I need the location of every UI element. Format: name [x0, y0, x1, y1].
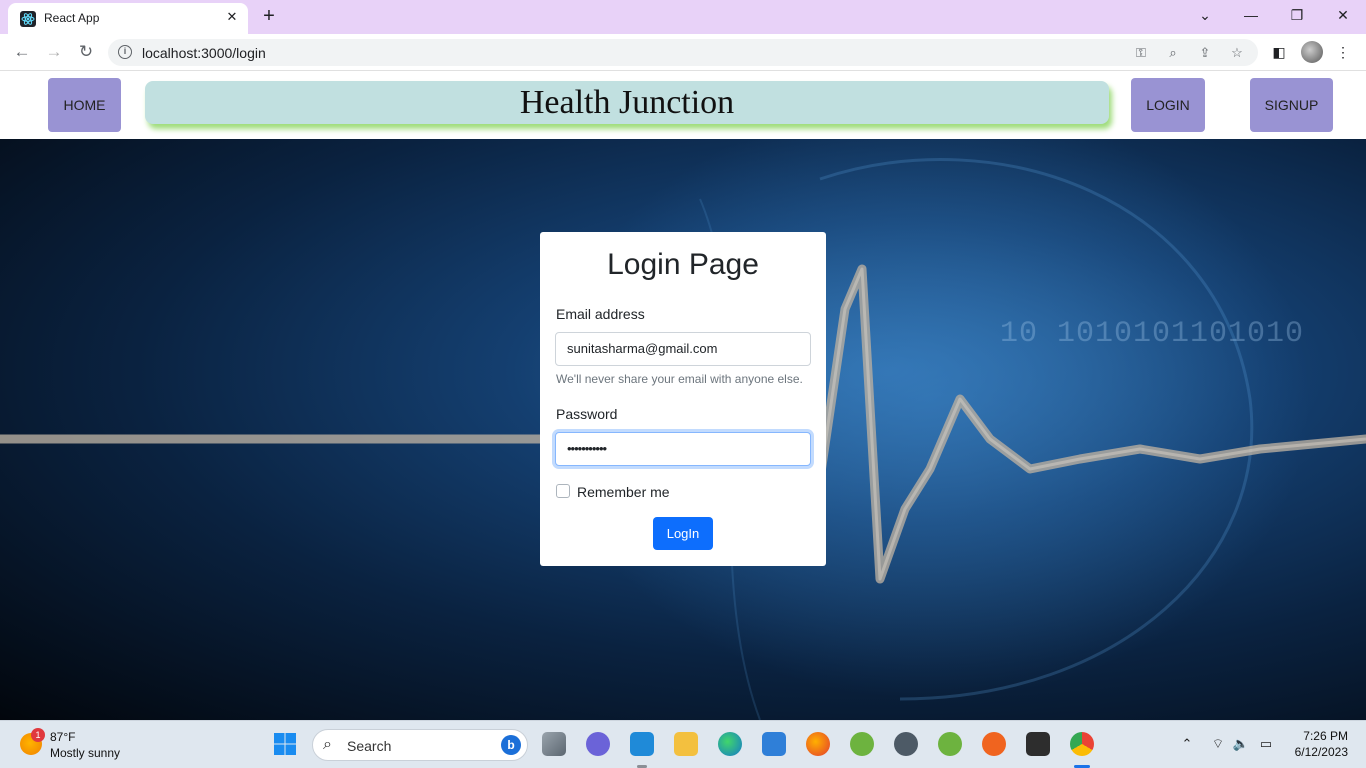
tab-title: React App: [44, 11, 100, 25]
remember-me-label[interactable]: Remember me: [577, 484, 670, 500]
teams-chat-icon[interactable]: [586, 732, 610, 756]
restore-icon[interactable]: ❐: [1275, 4, 1319, 28]
password-field[interactable]: •••••••••••: [555, 432, 811, 466]
close-window-icon[interactable]: ✕: [1321, 4, 1365, 28]
browser-tab[interactable]: React App ✕: [8, 3, 248, 34]
address-bar[interactable]: i localhost:3000/login ⚿ ⌕ ⇪ ☆: [108, 39, 1258, 66]
bing-icon[interactable]: b: [501, 735, 521, 755]
volume-icon[interactable]: 🔈: [1232, 735, 1250, 753]
store-icon[interactable]: [762, 732, 786, 756]
chrome-icon[interactable]: [1070, 732, 1094, 756]
email-label: Email address: [556, 306, 645, 322]
email-field[interactable]: sunitasharma@gmail.com: [555, 332, 811, 366]
nav-signup-button[interactable]: SIGNUP: [1250, 78, 1333, 132]
login-submit-button[interactable]: LogIn: [653, 517, 713, 550]
wifi-icon[interactable]: ⌔: [1209, 735, 1227, 753]
site-info-icon[interactable]: i: [118, 45, 132, 59]
zoom-icon[interactable]: ⌕: [1164, 45, 1182, 61]
remember-me-checkbox[interactable]: [556, 484, 570, 498]
edge-icon[interactable]: [718, 732, 742, 756]
bookmark-star-icon[interactable]: ☆: [1228, 45, 1246, 61]
postman-icon[interactable]: [982, 732, 1006, 756]
nav-home-button[interactable]: HOME: [48, 78, 121, 132]
spring-tools-2-icon[interactable]: [938, 732, 962, 756]
login-card: Login Page Email address sunitasharma@gm…: [540, 232, 826, 566]
windows-start-icon[interactable]: [273, 732, 297, 756]
taskbar-search-placeholder: Search: [347, 738, 392, 754]
vscode-icon[interactable]: [630, 732, 654, 756]
menu-icon[interactable]: ⋮: [1333, 42, 1353, 62]
minimize-icon[interactable]: —: [1229, 4, 1273, 28]
terminal-icon[interactable]: [1026, 732, 1050, 756]
chevron-up-icon[interactable]: ⌃: [1178, 735, 1196, 753]
url-text: localhost:3000/login: [142, 45, 266, 61]
clock-time[interactable]: 7:26 PM: [1303, 729, 1348, 743]
battery-icon[interactable]: ▭: [1257, 735, 1275, 753]
file-explorer-icon[interactable]: [674, 732, 698, 756]
profile-avatar[interactable]: [1301, 41, 1323, 63]
clock-date[interactable]: 6/12/2023: [1295, 745, 1348, 759]
weather-description[interactable]: Mostly sunny: [50, 746, 120, 760]
settings-gear-icon[interactable]: [894, 732, 918, 756]
firefox-icon[interactable]: [806, 732, 830, 756]
notification-badge: 1: [31, 728, 45, 742]
new-tab-icon[interactable]: +: [258, 6, 280, 28]
browser-tabstrip: React App ✕ + ⌄ — ❐ ✕: [0, 0, 1366, 34]
site-header: HOME Health Junction LOGIN SIGNUP: [0, 71, 1366, 139]
close-tab-icon[interactable]: ✕: [224, 9, 240, 25]
page-title: Login Page: [607, 248, 759, 281]
search-icon: ⌕: [323, 736, 332, 753]
email-help-text: We'll never share your email with anyone…: [556, 372, 803, 386]
back-icon[interactable]: ←: [10, 40, 34, 64]
browser-toolbar: ← → ↻ i localhost:3000/login ⚿ ⌕ ⇪ ☆ ◧ ⋮: [0, 34, 1366, 71]
share-icon[interactable]: ⇪: [1196, 45, 1214, 61]
forward-icon[interactable]: →: [42, 40, 66, 64]
brand-title: Health Junction: [145, 81, 1109, 124]
task-view-icon[interactable]: [542, 732, 566, 756]
side-panel-icon[interactable]: ◧: [1269, 42, 1289, 62]
password-label: Password: [556, 406, 618, 422]
taskbar: 1 87°F Mostly sunny ⌕ Search b ⌃ ⌔ 🔈 ▭ 7…: [0, 720, 1366, 768]
taskbar-search-input[interactable]: ⌕ Search b: [312, 729, 528, 761]
tab-search-icon[interactable]: ⌄: [1183, 4, 1227, 28]
key-icon[interactable]: ⚿: [1132, 45, 1150, 61]
nav-login-button[interactable]: LOGIN: [1131, 78, 1205, 132]
spring-tools-icon[interactable]: [850, 732, 874, 756]
reload-icon[interactable]: ↻: [74, 40, 98, 64]
react-icon: [20, 11, 36, 27]
weather-temperature[interactable]: 87°F: [50, 730, 75, 744]
binary-decoration: 10 1010101101010: [1000, 317, 1305, 351]
